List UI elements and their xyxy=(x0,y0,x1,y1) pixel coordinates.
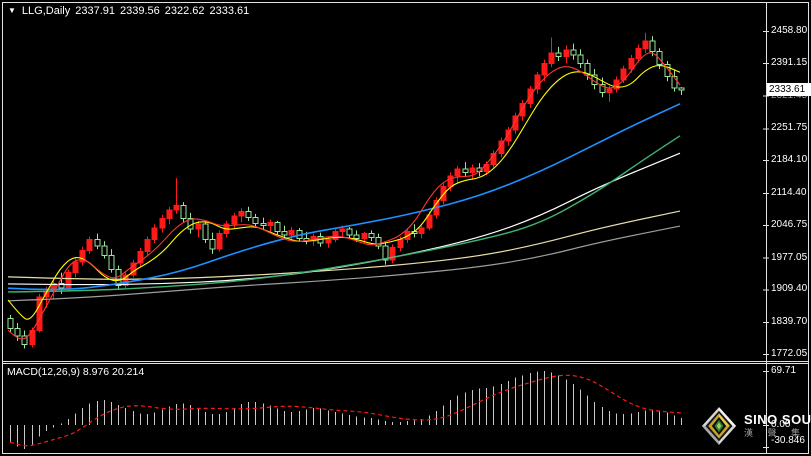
low-value: 2322.62 xyxy=(164,5,205,17)
candle-body xyxy=(238,211,245,217)
ma-line-ma-yellow-fast xyxy=(7,65,681,320)
candle-body xyxy=(166,209,173,220)
candle-body xyxy=(86,239,93,252)
price-axis-label: 2391.15 xyxy=(771,56,808,68)
chart-ohlc-title: ▼ LLG,Daily 2337.91 2339.56 2322.62 2333.61 xyxy=(8,5,249,17)
candle-body xyxy=(151,227,158,241)
candle-body xyxy=(570,49,577,56)
candle-body xyxy=(418,227,425,235)
candle-body xyxy=(534,74,541,90)
candle-body xyxy=(563,49,570,57)
candle-body xyxy=(94,239,101,247)
candle-body xyxy=(339,228,346,233)
candle-body xyxy=(159,218,166,229)
candle-body xyxy=(14,328,21,337)
candle-body xyxy=(548,52,555,64)
candle-body xyxy=(555,52,562,57)
candles-layer xyxy=(7,32,685,349)
macd-indicator-label: MACD(12,26,9) 8.976 20.214 xyxy=(7,366,145,378)
candle-body xyxy=(541,62,548,76)
candle-body xyxy=(209,239,216,250)
price-axis-label: 1977.05 xyxy=(771,251,808,263)
candle-body xyxy=(288,229,295,236)
diamond-logo-icon xyxy=(701,407,737,445)
candle-body xyxy=(65,272,72,289)
candle-body xyxy=(252,217,259,224)
macd-axis-label: 69.71 xyxy=(771,365,797,376)
price-axis-label: 1772.05 xyxy=(771,348,808,359)
candle-body xyxy=(281,231,288,236)
candle-body xyxy=(606,88,613,94)
price-axis-label: 2114.40 xyxy=(771,186,807,198)
price-axis-label: 2046.75 xyxy=(771,218,808,230)
candle-body xyxy=(173,204,180,211)
candle-body xyxy=(346,228,353,236)
price-axis-label: 1909.40 xyxy=(771,283,808,295)
candle-body xyxy=(260,222,267,227)
candle-body xyxy=(267,221,274,227)
logo-chinese-name: 漢 聲 集 團 xyxy=(744,427,811,438)
open-value: 2337.91 xyxy=(75,5,115,17)
candle-body xyxy=(7,317,14,330)
price-axis-label: 2458.80 xyxy=(771,25,808,36)
candle-body xyxy=(462,168,469,173)
logo-name: SINO SOUND xyxy=(744,412,811,428)
candle-body xyxy=(245,211,252,219)
candle-body xyxy=(656,51,663,65)
price-axis-label: 2251.75 xyxy=(771,122,808,134)
candle-body xyxy=(108,254,115,270)
candle-body xyxy=(469,167,476,173)
candle-body xyxy=(144,239,151,252)
candle-body xyxy=(202,223,209,241)
candle-body xyxy=(325,239,332,244)
price-axis-label: 2184.10 xyxy=(771,154,808,166)
mt4-chart-window: ▼ LLG,Daily 2337.91 2339.56 2322.62 2333.61 M… xyxy=(0,0,811,456)
candle-body xyxy=(649,40,656,53)
candle-body xyxy=(180,204,187,220)
close-value: 2333.61 xyxy=(209,5,250,17)
candle-body xyxy=(353,234,360,239)
candlestick-chart-canvas[interactable] xyxy=(0,0,811,456)
candle-body xyxy=(72,261,79,274)
macd-histogram xyxy=(10,371,682,450)
high-value: 2339.56 xyxy=(119,5,160,17)
candle-body xyxy=(231,215,238,225)
symbol-dropdown-icon[interactable]: ▼ xyxy=(8,6,16,15)
candle-body xyxy=(195,223,202,230)
price-axis-label: 1839.70 xyxy=(771,316,808,328)
candle-body xyxy=(216,233,223,250)
current-price-badge: 2333.61 xyxy=(767,83,811,97)
candle-body xyxy=(635,47,642,60)
candle-body xyxy=(577,54,584,64)
symbol-label: LLG,Daily xyxy=(21,5,71,17)
candle-body xyxy=(368,233,375,238)
candle-body xyxy=(454,168,461,177)
candle-body xyxy=(678,87,685,91)
candle-body xyxy=(397,239,404,249)
panel-borders xyxy=(2,2,809,454)
candle-body xyxy=(642,40,649,49)
candle-body xyxy=(101,245,108,256)
sino-sound-logo: SINO SOUND 漢 聲 集 團 xyxy=(701,405,811,447)
candle-body xyxy=(274,221,281,233)
candle-body xyxy=(332,231,339,241)
candle-body xyxy=(361,233,368,239)
